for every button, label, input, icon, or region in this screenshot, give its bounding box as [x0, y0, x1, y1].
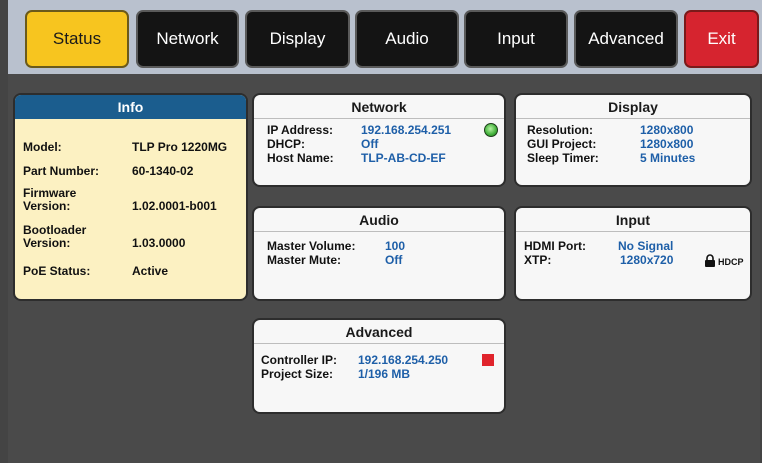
sleep-timer-value: 5 Minutes	[640, 151, 696, 165]
audio-panel-title: Audio	[254, 208, 504, 232]
network-status-led-icon	[484, 123, 498, 137]
tab-advanced-label: Advanced	[588, 29, 664, 48]
ip-address-value: 192.168.254.251	[361, 123, 452, 137]
part-number-label: Part Number:	[23, 164, 100, 178]
input-panel-title: Input	[516, 208, 750, 232]
resolution-label: Resolution:	[527, 123, 593, 137]
bootloader-label-line2: Version:	[23, 236, 71, 250]
xtp-value: 1280x720	[620, 253, 674, 267]
model-value: TLP Pro 1220MG	[132, 140, 228, 154]
master-mute-value: Off	[385, 253, 403, 267]
master-mute-label: Master Mute:	[267, 253, 342, 267]
info-panel: Info Model: TLP Pro 1220MG Part Number: …	[13, 93, 248, 301]
ip-address-label: IP Address:	[267, 123, 334, 137]
model-label: Model:	[23, 140, 62, 154]
master-volume-label: Master Volume:	[267, 239, 356, 253]
controller-status-led-icon	[482, 354, 494, 366]
tab-status-label: Status	[52, 29, 102, 48]
xtp-label: XTP:	[524, 253, 552, 267]
poe-status-label: PoE Status:	[23, 264, 91, 278]
input-panel: Input HDMI Port: No Signal XTP: 1280x720…	[514, 206, 752, 301]
controller-ip-value: 192.168.254.250	[358, 353, 449, 367]
advanced-panel-title: Advanced	[254, 320, 504, 344]
hdcp-lock-icon	[705, 254, 715, 267]
bootloader-value: 1.03.0000	[132, 236, 186, 250]
tab-status[interactable]: Status	[25, 10, 129, 68]
tab-network-label: Network	[156, 29, 219, 48]
display-panel: Display Resolution: 1280x800 GUI Project…	[514, 93, 752, 187]
exit-button-label: Exit	[707, 29, 736, 48]
gui-project-label: GUI Project:	[527, 137, 597, 151]
project-size-value: 1/196 MB	[358, 367, 411, 381]
tab-audio[interactable]: Audio	[355, 10, 459, 68]
dhcp-value: Off	[361, 137, 379, 151]
tab-display[interactable]: Display	[245, 10, 350, 68]
resolution-value: 1280x800	[640, 123, 694, 137]
network-panel: Network IP Address: 192.168.254.251 DHCP…	[252, 93, 506, 187]
hdmi-port-label: HDMI Port:	[524, 239, 586, 253]
gui-project-value: 1280x800	[640, 137, 694, 151]
tab-display-label: Display	[269, 29, 326, 48]
tab-advanced[interactable]: Advanced	[574, 10, 678, 68]
project-size-label: Project Size:	[261, 367, 334, 381]
firmware-value: 1.02.0001-b001	[132, 199, 217, 213]
tab-input[interactable]: Input	[464, 10, 568, 68]
tab-audio-label: Audio	[385, 29, 429, 48]
tab-input-label: Input	[497, 29, 535, 48]
part-number-value: 60-1340-02	[132, 164, 194, 178]
hdmi-port-value: No Signal	[618, 239, 674, 253]
audio-panel: Audio Master Volume: 100 Master Mute: Of…	[252, 206, 506, 301]
master-volume-value: 100	[385, 239, 406, 253]
host-name-value: TLP-AB-CD-EF	[361, 151, 446, 165]
dhcp-label: DHCP:	[267, 137, 305, 151]
network-panel-title: Network	[254, 95, 504, 119]
controller-ip-label: Controller IP:	[261, 353, 338, 367]
advanced-panel: Advanced Controller IP: 192.168.254.250 …	[252, 318, 506, 414]
firmware-label-line2: Version:	[23, 199, 71, 213]
hdcp-label: HDCP	[718, 257, 744, 267]
poe-status-value: Active	[132, 264, 169, 278]
tab-network[interactable]: Network	[136, 10, 239, 68]
display-panel-title: Display	[516, 95, 750, 119]
exit-button[interactable]: Exit	[684, 10, 759, 68]
host-name-label: Host Name:	[267, 151, 334, 165]
sleep-timer-label: Sleep Timer:	[527, 151, 599, 165]
info-panel-title: Info	[15, 95, 246, 119]
